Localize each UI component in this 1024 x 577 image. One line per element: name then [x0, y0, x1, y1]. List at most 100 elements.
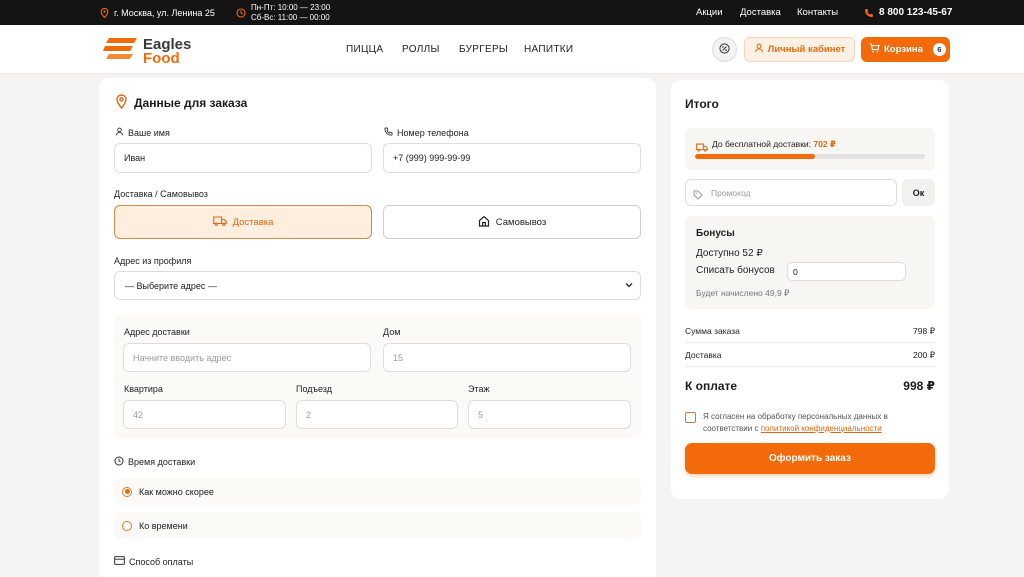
cart-label: Корзина	[884, 44, 923, 55]
bonus-accrual: Будет начислено 49,9 ₽	[696, 288, 790, 298]
order-form-title-text: Данные для заказа	[134, 96, 248, 110]
delivery-time-label: Время доставки	[114, 456, 195, 468]
delivery-cost-value: 200 ₽	[913, 350, 935, 360]
summary-title: Итого	[685, 97, 719, 111]
address-text: г. Москва, ул. Ленина 25	[114, 7, 215, 18]
account-button[interactable]: Личный кабинет	[744, 37, 855, 62]
radio-selected[interactable]	[122, 486, 132, 497]
top-link-delivery[interactable]: Доставка	[740, 7, 781, 18]
top-bar: г. Москва, ул. Ленина 25 Пн-Пт: 10:00 — …	[0, 0, 1024, 25]
order-sum-label: Сумма заказа	[685, 326, 740, 336]
cart-button[interactable]: Корзина 6	[861, 37, 950, 62]
apartment-label: Квартира	[124, 384, 163, 394]
delivery-cost-row: Доставка 200 ₽	[685, 350, 935, 361]
name-label: Ваше имя	[115, 127, 170, 138]
order-sum-row: Сумма заказа 798 ₽	[685, 326, 935, 337]
free-delivery-label: До бесплатной доставки:	[712, 139, 812, 149]
bonus-spend-label: Списать бонусов	[696, 265, 775, 276]
phone-icon	[864, 8, 874, 18]
total-label: К оплате	[685, 379, 738, 393]
consent-text-wrap: Я согласен на обработку персональных дан…	[703, 411, 935, 435]
bonus-title: Бонусы	[696, 228, 735, 239]
payment-method-label: Способ оплаты	[114, 556, 193, 567]
phone-input[interactable]: +7 (999) 999-99-99	[383, 143, 641, 173]
logo-mark-icon	[103, 34, 139, 69]
free-delivery-progress	[695, 154, 925, 159]
time-asap-label: Как можно скорее	[139, 486, 214, 497]
phone-info[interactable]: 8 800 123-45-67	[864, 0, 952, 25]
time-scheduled-label: Ко времени	[139, 520, 188, 531]
floor-input[interactable]: 5	[468, 400, 631, 429]
apartment-input[interactable]: 42	[123, 400, 286, 429]
address-label: Адрес доставки	[124, 327, 190, 337]
clock-icon	[236, 7, 246, 18]
user-icon	[115, 127, 124, 138]
location-pin-icon	[100, 7, 109, 18]
phone-icon	[384, 127, 393, 138]
logo-text: Eagles Food	[143, 37, 191, 66]
nav-rolls[interactable]: РОЛЛЫ	[402, 44, 440, 55]
delivery-option-button[interactable]: Доставка	[114, 205, 372, 239]
house-label: Дом	[383, 327, 401, 337]
nav-drinks[interactable]: НАПИТКИ	[524, 44, 573, 55]
truck-icon	[212, 215, 227, 229]
consent-checkbox[interactable]	[685, 412, 696, 423]
chevron-down-icon	[625, 281, 633, 291]
discount-button[interactable]	[712, 37, 737, 62]
hours-weekend: Сб-Вс: 11:00 — 00:00	[251, 12, 330, 22]
bonus-spend-input[interactable]: 0	[787, 262, 906, 281]
delivery-option-label: Доставка	[232, 216, 274, 228]
entrance-input[interactable]: 2	[296, 400, 458, 429]
credit-card-icon	[114, 556, 125, 567]
free-delivery-progress-fill	[695, 154, 815, 159]
name-input[interactable]: Иван	[114, 143, 372, 173]
radio-unselected[interactable]	[122, 520, 132, 531]
name-label-text: Ваше имя	[128, 127, 170, 138]
cart-icon	[869, 43, 880, 56]
store-icon	[478, 215, 490, 230]
nav-burgers[interactable]: БУРГЕРЫ	[459, 44, 508, 55]
address-input[interactable]: Начните вводить адрес	[123, 343, 371, 372]
profile-address-select[interactable]: — Выберите адрес —	[114, 271, 641, 300]
consent-row: Я согласен на обработку персональных дан…	[685, 411, 935, 435]
top-link-promotions[interactable]: Акции	[696, 7, 723, 18]
free-delivery-text: До бесплатной доставки: 702 ₽	[712, 139, 836, 150]
site-header: Eagles Food ПИЦЦА РОЛЛЫ БУРГЕРЫ НАПИТКИ …	[0, 25, 1024, 74]
privacy-policy-link[interactable]: политикой конфиденциальности	[761, 424, 882, 433]
bonus-available: Доступно 52 ₽	[696, 248, 763, 259]
hours-weekdays: Пн-Пт: 10:00 — 23:00	[251, 2, 331, 12]
phone-number[interactable]: 8 800 123-45-67	[879, 7, 952, 18]
logo[interactable]: Eagles Food	[103, 34, 191, 69]
delivery-time-label-text: Время доставки	[128, 457, 196, 467]
entrance-label: Подъезд	[296, 384, 332, 394]
hours-info: Пн-Пт: 10:00 — 23:00 Сб-Вс: 11:00 — 00:0…	[236, 0, 330, 25]
order-form-title: Данные для заказа	[115, 94, 247, 112]
delivery-mode-label: Доставка / Самовывоз	[114, 189, 208, 199]
time-scheduled-option[interactable]: Ко времени	[114, 512, 641, 539]
total-value: 998 ₽	[903, 379, 935, 393]
time-asap-option[interactable]: Как можно скорее	[114, 478, 641, 505]
account-label: Личный кабинет	[767, 44, 846, 55]
floor-label: Этаж	[468, 384, 490, 394]
user-icon	[754, 43, 764, 56]
promo-code-input[interactable]: Промокод	[685, 179, 897, 206]
submit-order-button[interactable]: Оформить заказ	[685, 443, 935, 474]
profile-address-label: Адрес из профиля	[114, 256, 192, 266]
total-row: К оплате 998 ₽	[685, 379, 935, 393]
profile-address-value: — Выберите адрес —	[125, 280, 217, 291]
top-link-contacts[interactable]: Контакты	[797, 7, 838, 18]
order-sum-value: 798 ₽	[913, 326, 935, 336]
free-delivery-amount: 702 ₽	[813, 139, 836, 149]
phone-label: Номер телефона	[384, 127, 469, 138]
payment-method-label-text: Способ оплаты	[129, 556, 194, 567]
location-pin-icon	[115, 94, 128, 112]
phone-label-text: Номер телефона	[397, 127, 469, 138]
house-input[interactable]: 15	[383, 343, 631, 372]
pickup-option-button[interactable]: Самовывоз	[383, 205, 641, 239]
pickup-option-label: Самовывоз	[495, 216, 547, 228]
divider	[685, 366, 935, 367]
promo-apply-button[interactable]: Ок	[902, 179, 935, 206]
clock-icon	[114, 456, 124, 468]
nav-pizza[interactable]: ПИЦЦА	[346, 44, 383, 55]
divider	[685, 342, 935, 343]
